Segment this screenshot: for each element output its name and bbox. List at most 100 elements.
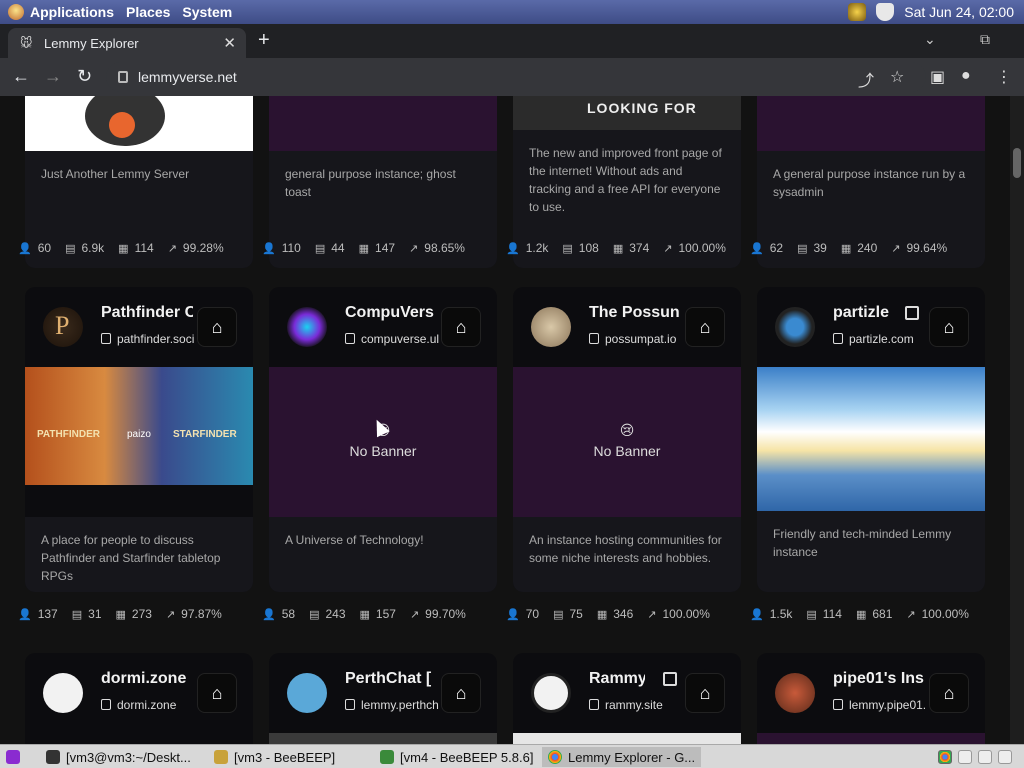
copy-icon[interactable] xyxy=(101,699,111,710)
instance-title[interactable]: pipe01's Ins xyxy=(833,670,925,688)
home-button[interactable]: ⌂ xyxy=(685,307,725,347)
home-icon: ⌂ xyxy=(211,316,223,337)
copy-icon[interactable] xyxy=(101,333,111,344)
instance-card[interactable]: The Possun possumpat.io ⌂ 😢 No Banner An … xyxy=(513,287,741,592)
copy-icon[interactable] xyxy=(833,333,843,344)
instance-avatar xyxy=(531,673,571,713)
instance-title[interactable]: dormi.zone xyxy=(101,670,193,688)
copy-icon[interactable] xyxy=(345,699,355,710)
taskbar-item-terminal[interactable]: [vm3@vm3:~/Deskt... xyxy=(46,747,191,767)
user-icon: 👤 xyxy=(262,243,276,255)
instance-domain[interactable]: lemmy.perthch xyxy=(345,698,445,712)
home-icon: ⌂ xyxy=(699,682,711,703)
workspace-switcher[interactable] xyxy=(938,747,1018,767)
workspace-4-icon[interactable] xyxy=(998,750,1012,764)
shield-tray-icon[interactable] xyxy=(876,3,895,21)
instance-card[interactable]: PerthChat [ lemmy.perthch ⌂ xyxy=(269,653,497,744)
home-button[interactable]: ⌂ xyxy=(929,307,969,347)
page-scrollbar[interactable] xyxy=(1010,96,1024,744)
instance-title[interactable]: Rammy xyxy=(589,670,645,688)
card-banner xyxy=(269,96,497,151)
copy-icon[interactable] xyxy=(345,333,355,344)
beebeep-tray-icon[interactable] xyxy=(848,3,867,21)
open-external-icon[interactable] xyxy=(663,672,677,686)
bookmark-star-icon[interactable]: ☆ xyxy=(890,67,904,87)
home-button[interactable]: ⌂ xyxy=(929,673,969,713)
clock[interactable]: Sat Jun 24, 02:00 xyxy=(904,4,1014,20)
workspace-1-icon[interactable] xyxy=(938,750,952,764)
instance-card[interactable]: CompuVers compuverse.ul ⌂ 😢 No Banner A U… xyxy=(269,287,497,592)
pathfinder-logo-icon: P xyxy=(55,311,70,340)
home-button[interactable]: ⌂ xyxy=(441,673,481,713)
close-tab-icon[interactable]: ✕ xyxy=(223,34,236,52)
instance-card[interactable]: dormi.zone dormi.zone ⌂ xyxy=(25,653,253,744)
instance-avatar xyxy=(775,673,815,713)
kebab-menu-icon[interactable]: ⋮ xyxy=(996,67,1012,87)
home-button[interactable]: ⌂ xyxy=(197,673,237,713)
instance-domain[interactable]: rammy.site xyxy=(589,698,689,712)
taskbar-item-chrome[interactable]: Lemmy Explorer - G... xyxy=(542,747,702,767)
instance-title[interactable]: CompuVers xyxy=(345,304,437,322)
card-banner: PATHFINDER paizo STARFINDER xyxy=(25,367,253,485)
tab-lemmy-explorer[interactable]: 🐭 Lemmy Explorer ✕ xyxy=(8,28,246,58)
copy-icon[interactable] xyxy=(589,699,599,710)
open-external-icon[interactable] xyxy=(905,306,919,320)
workspace-3-icon[interactable] xyxy=(978,750,992,764)
uptime-trend-icon: ↗ xyxy=(663,243,673,255)
side-panel-icon[interactable]: ▣ xyxy=(930,67,945,87)
profile-icon[interactable]: ● xyxy=(961,67,971,85)
new-tab-icon[interactable]: + xyxy=(258,29,270,52)
instance-avatar: P xyxy=(43,307,83,347)
instance-card[interactable]: P Pathfinder C pathfinder.soci ⌂ PATHFIN… xyxy=(25,287,253,592)
applications-menu[interactable]: Applications xyxy=(30,4,114,20)
post-icon: ▤ xyxy=(314,243,326,255)
lock-icon[interactable] xyxy=(118,71,128,83)
show-desktop-button[interactable] xyxy=(6,747,26,767)
instance-title[interactable]: The Possun xyxy=(589,304,681,322)
instance-title[interactable]: Pathfinder C xyxy=(101,304,193,322)
instance-domain[interactable]: possumpat.io xyxy=(589,332,689,346)
forward-icon[interactable]: → xyxy=(44,66,62,87)
address-bar[interactable]: lemmyverse.net xyxy=(106,62,926,92)
system-menu[interactable]: System xyxy=(182,4,232,20)
home-button[interactable]: ⌂ xyxy=(685,673,725,713)
home-button[interactable]: ⌂ xyxy=(197,307,237,347)
home-button[interactable]: ⌂ xyxy=(441,307,481,347)
instance-card[interactable]: pipe01's Ins lemmy.pipe01. ⌂ xyxy=(757,653,985,744)
distro-logo-icon[interactable] xyxy=(8,4,24,20)
instance-domain[interactable]: lemmy.pipe01. xyxy=(833,698,933,712)
instance-domain[interactable]: dormi.zone xyxy=(101,698,201,712)
instance-title[interactable]: PerthChat [ xyxy=(345,670,437,688)
user-icon: 👤 xyxy=(750,243,764,255)
post-icon: ▤ xyxy=(65,243,76,255)
share-icon[interactable]: ⤴ xyxy=(858,67,874,91)
places-menu[interactable]: Places xyxy=(126,4,170,20)
copy-icon[interactable] xyxy=(589,333,599,344)
taskbar-item-beebeep-vm3[interactable]: [vm3 - BeeBEEP] xyxy=(214,747,335,767)
instance-card[interactable]: partizle partizle.com ⌂ Friendly and tec… xyxy=(757,287,985,592)
post-icon: ▤ xyxy=(309,609,320,621)
workspace-2-icon[interactable] xyxy=(958,750,972,764)
url-text[interactable]: lemmyverse.net xyxy=(138,69,237,85)
instance-domain[interactable]: pathfinder.soci xyxy=(101,332,201,346)
taskbar-item-beebeep-vm4[interactable]: [vm4 - BeeBEEP 5.8.6] xyxy=(380,747,533,767)
card-stats: 👤 1.2k ▤ 108 ▦ 374 ↗ 100.00% xyxy=(506,241,726,255)
user-icon: 👤 xyxy=(18,609,32,621)
card-banner xyxy=(269,733,497,744)
instance-domain[interactable]: partizle.com xyxy=(833,332,933,346)
back-icon[interactable]: ← xyxy=(12,66,30,87)
crying-face-icon: 😢 xyxy=(619,422,635,438)
reload-icon[interactable]: ↻ xyxy=(77,66,92,87)
tab-search-chevron-icon[interactable]: ⌄ xyxy=(924,31,936,48)
no-banner-text: No Banner xyxy=(593,443,661,459)
instance-domain[interactable]: compuverse.ul xyxy=(345,332,445,346)
lemmy-favicon-icon: 🐭 xyxy=(20,36,33,50)
instance-card[interactable]: Rammy rammy.site ⌂ xyxy=(513,653,741,744)
browser-toolbar: ← → ↻ lemmyverse.net ⤴ ☆ ▣ ● ⋮ xyxy=(0,58,1024,96)
comment-icon: ▦ xyxy=(596,609,608,621)
home-icon: ⌂ xyxy=(211,682,223,703)
instance-title[interactable]: partizle xyxy=(833,304,903,322)
copy-icon[interactable] xyxy=(833,699,843,710)
scrollbar-thumb[interactable] xyxy=(1013,148,1021,178)
restore-window-icon[interactable]: ⧉ xyxy=(980,31,990,48)
